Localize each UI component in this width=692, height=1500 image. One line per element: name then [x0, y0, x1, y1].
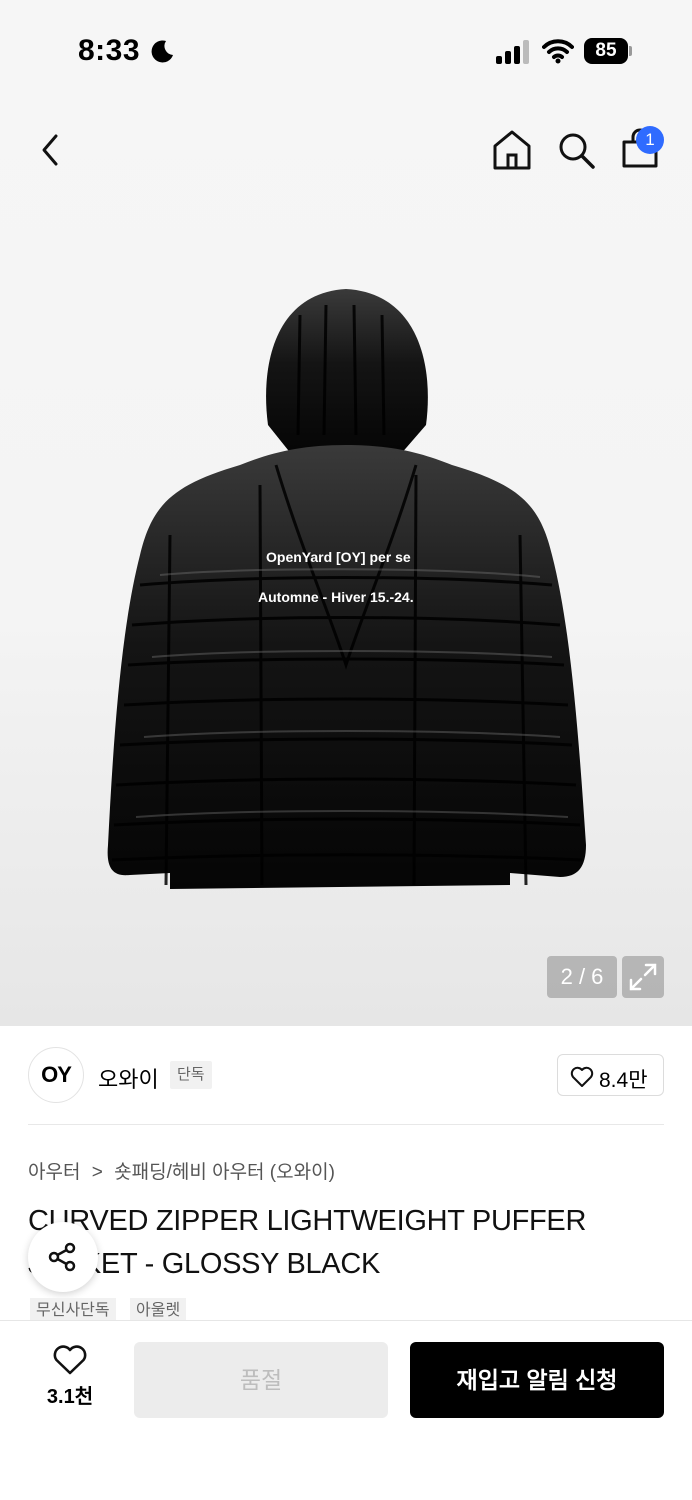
- back-icon[interactable]: [32, 130, 68, 170]
- expand-button[interactable]: [622, 956, 664, 998]
- wishlist-button[interactable]: 3.1천: [30, 1344, 110, 1414]
- wishlist-count: 3.1천: [46, 1386, 94, 1408]
- brand-name[interactable]: 오와이: [98, 1062, 159, 1094]
- restock-alert-button[interactable]: 재입고 알림 신청: [410, 1342, 664, 1418]
- status-time: 8:33: [78, 34, 141, 67]
- breadcrumb-category[interactable]: 아우터: [28, 1162, 80, 1183]
- search-icon[interactable]: [556, 130, 596, 170]
- brand-logo[interactable]: OY: [28, 1047, 84, 1103]
- jacket-print-line2: Automne - Hiver 15.-24.: [258, 589, 414, 605]
- jacket-print-line1: OpenYard [OY] per se: [266, 549, 411, 565]
- wifi-icon: [542, 39, 574, 64]
- cellular-signal-icon: [496, 40, 532, 64]
- heart-icon: [570, 1066, 594, 1087]
- status-bar: 8:33 85: [0, 0, 692, 100]
- expand-icon: [629, 963, 657, 991]
- battery-level: 85: [584, 38, 628, 64]
- product-title: CURVED ZIPPER LIGHTWEIGHT PUFFER JACKET …: [28, 1205, 587, 1280]
- brand-like-count: 8.4만: [599, 1069, 648, 1092]
- cart-count-badge: 1: [636, 126, 664, 154]
- chevron-right-icon: >: [91, 1162, 103, 1183]
- divider: [28, 1124, 664, 1125]
- battery-indicator: 85: [584, 38, 632, 64]
- breadcrumb-subcategory[interactable]: 숏패딩/헤비 아우터 (오와이): [114, 1162, 335, 1183]
- image-page-indicator: 2 / 6: [547, 956, 617, 998]
- home-icon[interactable]: [492, 128, 532, 172]
- exclusive-tag: 단독: [170, 1061, 212, 1089]
- heart-icon: [53, 1345, 87, 1375]
- moon-icon: [151, 40, 173, 63]
- share-icon: [48, 1242, 76, 1272]
- brand-like-button[interactable]: 8.4만: [557, 1054, 664, 1096]
- soldout-button: 품절: [134, 1342, 388, 1418]
- share-button[interactable]: [28, 1222, 98, 1292]
- breadcrumb: 아우터 > 숏패딩/헤비 아우터 (오와이): [28, 1157, 335, 1184]
